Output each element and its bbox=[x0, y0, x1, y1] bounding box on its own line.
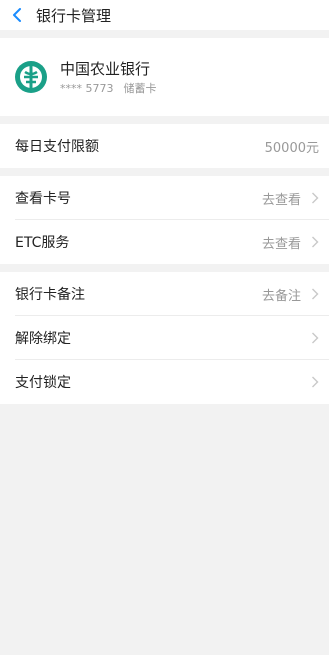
chevron-right-icon bbox=[312, 332, 319, 344]
daily-limit-label: 每日支付限额 bbox=[15, 139, 99, 155]
etc-service-label: ETC服务 bbox=[15, 235, 70, 251]
view-card-number-action: 去查看 bbox=[261, 192, 301, 208]
unbind-label: 解除绑定 bbox=[15, 331, 71, 347]
section-gap bbox=[0, 30, 329, 38]
chevron-right-icon bbox=[312, 288, 319, 300]
back-arrow-icon[interactable] bbox=[12, 8, 26, 22]
card-note-label: 银行卡备注 bbox=[15, 287, 85, 303]
chevron-right-icon bbox=[312, 192, 319, 204]
bank-card-summary: 中国农业银行 **** 5773 储蓄卡 bbox=[0, 38, 329, 116]
abc-bank-logo-icon bbox=[15, 61, 47, 93]
view-card-number-label: 查看卡号 bbox=[15, 191, 71, 207]
daily-limit-row: 每日支付限额 50000元 bbox=[0, 124, 329, 168]
card-type: 储蓄卡 bbox=[123, 81, 157, 95]
section-gap bbox=[0, 116, 329, 124]
page-title: 银行卡管理 bbox=[36, 6, 112, 25]
payment-lock-row[interactable]: 支付锁定 bbox=[0, 360, 329, 404]
bank-name: 中国农业银行 bbox=[60, 59, 151, 78]
chevron-right-icon bbox=[312, 236, 319, 248]
view-card-number-row[interactable]: 查看卡号 去查看 bbox=[0, 176, 329, 220]
etc-service-action: 去查看 bbox=[261, 236, 301, 252]
chevron-right-icon bbox=[312, 376, 319, 388]
section-gap bbox=[0, 168, 329, 176]
payment-lock-label: 支付锁定 bbox=[15, 375, 71, 391]
section-gap bbox=[0, 264, 329, 272]
bank-card-meta: **** 5773 储蓄卡 bbox=[60, 82, 157, 95]
card-number: **** 5773 bbox=[60, 81, 114, 95]
card-note-row[interactable]: 银行卡备注 去备注 bbox=[0, 272, 329, 316]
etc-service-row[interactable]: ETC服务 去查看 bbox=[0, 220, 329, 264]
header-bar: 银行卡管理 bbox=[0, 0, 329, 30]
card-note-action: 去备注 bbox=[261, 288, 301, 304]
daily-limit-value: 50000元 bbox=[264, 140, 319, 156]
unbind-row[interactable]: 解除绑定 bbox=[0, 316, 329, 360]
